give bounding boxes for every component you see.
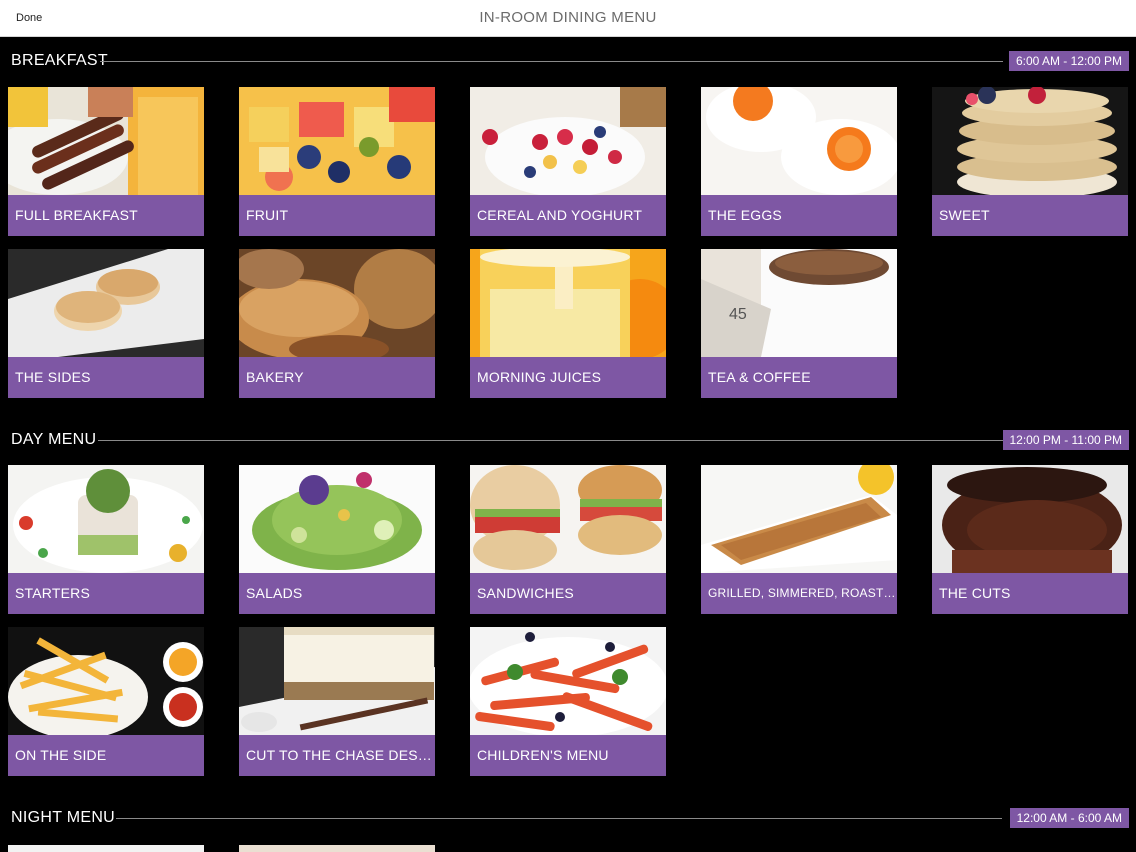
cereal-yoghurt-photo (470, 87, 666, 195)
starters-photo (8, 465, 204, 573)
menu-tile-salads[interactable]: SALADS (239, 465, 435, 614)
section-divider (100, 61, 1003, 62)
menu-tile-sandwiches[interactable]: SANDWICHES (470, 465, 666, 614)
menu-tile-morning-juices[interactable]: MORNING JUICES (470, 249, 666, 398)
tile-label: STARTERS (8, 573, 204, 614)
menu-tile-sweet[interactable]: SWEET (932, 87, 1128, 236)
tile-label: FULL BREAKFAST (8, 195, 204, 236)
menu-tile-bakery[interactable]: BAKERY (239, 249, 435, 398)
tile-label: SALADS (239, 573, 435, 614)
pancakes-photo (932, 87, 1128, 195)
full-breakfast-photo (8, 87, 204, 195)
section-header-day-menu: DAY MENU 12:00 PM - 11:00 PM (0, 429, 1136, 451)
menu-tile-on-the-side[interactable]: ON THE SIDE (8, 627, 204, 776)
tile-label: FRUIT (239, 195, 435, 236)
menu-tile-partial[interactable] (239, 845, 435, 852)
tile-label: TEA & COFFEE (701, 357, 897, 398)
tile-label: SWEET (932, 195, 1128, 236)
hours-badge: 12:00 AM - 6:00 AM (1009, 808, 1129, 828)
dessert-photo (239, 627, 435, 735)
menu-tile-tea-coffee[interactable]: 45 TEA & COFFEE (701, 249, 897, 398)
section-title: NIGHT MENU (11, 809, 116, 826)
menu-tile-the-cuts[interactable]: THE CUTS (932, 465, 1128, 614)
tile-label: THE SIDES (8, 357, 204, 398)
section-header-night-menu: NIGHT MENU 12:00 AM - 6:00 AM (0, 807, 1136, 829)
sides-photo (8, 249, 204, 357)
coffee-photo: 45 (701, 249, 897, 357)
menu-tile-partial[interactable] (8, 845, 204, 852)
tile-label: THE EGGS (701, 195, 897, 236)
tile-label: MORNING JUICES (470, 357, 666, 398)
section-divider (98, 440, 1005, 441)
menu-tile-cereal-yoghurt[interactable]: CEREAL AND YOGHURT (470, 87, 666, 236)
menu-tile-starters[interactable]: STARTERS (8, 465, 204, 614)
menu-tile-the-sides[interactable]: THE SIDES (8, 249, 204, 398)
menu-tile-fruit[interactable]: FRUIT (239, 87, 435, 236)
section-title: BREAKFAST (11, 52, 108, 69)
eggs-photo (701, 87, 897, 195)
juices-photo (470, 249, 666, 357)
section-title: DAY MENU (11, 431, 97, 448)
tile-label: THE CUTS (932, 573, 1128, 614)
tile-label: CEREAL AND YOGHURT (470, 195, 666, 236)
page-title: IN-ROOM DINING MENU (479, 9, 657, 26)
pasta-photo (470, 627, 666, 735)
tile-label: ON THE SIDE (8, 735, 204, 776)
menu-tile-full-breakfast[interactable]: FULL BREAKFAST (8, 87, 204, 236)
menu-tile-dessert[interactable]: CUT TO THE CHASE DESSERT (239, 627, 435, 776)
menu-tile-grilled[interactable]: GRILLED, SIMMERED, ROASTED OR... (701, 465, 897, 614)
hours-badge: 6:00 AM - 12:00 PM (1008, 51, 1129, 71)
fruit-photo (239, 87, 435, 195)
section-divider (116, 818, 1002, 819)
svg-text:45: 45 (729, 306, 747, 323)
salads-photo (239, 465, 435, 573)
section-header-breakfast: BREAKFAST 6:00 AM - 12:00 PM (0, 50, 1136, 72)
sandwiches-photo (470, 465, 666, 573)
tile-label: BAKERY (239, 357, 435, 398)
tile-label: CUT TO THE CHASE DESSERT (239, 735, 435, 776)
fries-photo (8, 627, 204, 735)
steak-photo (932, 465, 1128, 573)
tile-label: GRILLED, SIMMERED, ROASTED OR... (701, 573, 897, 614)
menu-tile-childrens-menu[interactable]: CHILDREN'S MENU (470, 627, 666, 776)
hours-badge: 12:00 PM - 11:00 PM (1002, 430, 1129, 450)
tile-label: CHILDREN'S MENU (470, 735, 666, 776)
grilled-photo (701, 465, 897, 573)
bakery-photo (239, 249, 435, 357)
tile-label: SANDWICHES (470, 573, 666, 614)
navigation-bar: Done IN-ROOM DINING MENU (0, 0, 1136, 37)
menu-tile-eggs[interactable]: THE EGGS (701, 87, 897, 236)
